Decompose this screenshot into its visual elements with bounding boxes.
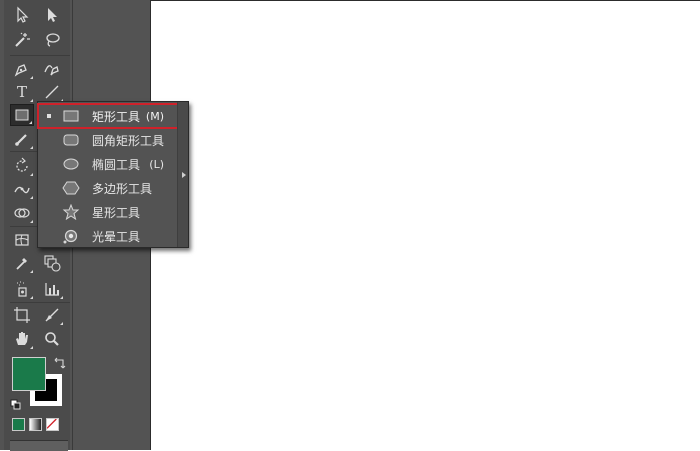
menu-item-shortcut: (L) [149,157,164,171]
bar-graph-icon [45,283,59,296]
more-tools-indicator [30,220,33,223]
hand-tool-button[interactable] [10,328,34,350]
rotate-icon [16,157,28,172]
magic-wand-icon [15,32,30,47]
menu-item-label: 多边形工具 [92,181,153,196]
more-tools-indicator [60,322,63,325]
polygon-icon [62,180,80,196]
menu-item-polygon[interactable]: 多边形工具 [38,176,178,200]
curvature-icon [44,65,59,76]
shape-builder-icon [14,208,30,218]
more-tools-indicator [30,196,33,199]
eyedropper-tool-button[interactable] [10,252,34,274]
menu-item-label: 光晕工具 [92,229,141,244]
lasso-icon [46,33,60,47]
sprayer-icon [17,281,27,297]
more-tools-indicator [60,296,63,299]
menu-item-flare[interactable]: 光晕工具 [38,224,178,248]
slice-tool-button[interactable] [40,304,64,326]
none-mode-button[interactable] [46,418,59,431]
tool-separator [10,302,70,303]
more-tools-indicator [30,346,33,349]
width-tool-button[interactable] [10,178,34,200]
more-tools-indicator [30,76,33,79]
artboard-canvas[interactable] [151,0,700,451]
more-tools-indicator [30,99,33,102]
graph-tool-button[interactable] [40,278,64,300]
flare-icon [62,228,80,244]
tool-separator [10,55,70,56]
type-icon: T [16,83,27,101]
menu-item-star[interactable]: 星形工具 [38,200,178,224]
star-icon [62,204,80,220]
draw-mode-bar[interactable] [10,440,68,451]
rounded-rectangle-icon [62,132,80,148]
width-icon [14,186,30,194]
pen-icon [14,64,27,77]
paintbrush-tool-button[interactable] [10,128,34,150]
rectangle-icon [62,108,80,124]
more-tools-indicator [30,173,33,176]
direct-selection-tool-button[interactable] [40,4,64,26]
symbol-sprayer-tool-button[interactable] [10,278,34,300]
hollow-arrow-icon [48,8,57,22]
menu-item-label: 圆角矩形工具 [92,133,165,148]
lasso-tool-button[interactable] [40,29,64,51]
swap-fill-stroke-icon[interactable] [54,354,66,369]
default-fill-stroke-icon[interactable] [10,396,22,410]
shape-builder-tool-button[interactable] [10,202,34,224]
zoom-tool-button[interactable] [40,328,64,350]
mesh-icon [15,234,29,246]
menu-item-ellipse[interactable]: 椭圆工具 (L) [38,152,178,176]
pen-tool-button[interactable] [10,58,34,80]
zoom-icon [45,332,59,346]
blend-tool-button[interactable] [40,252,64,274]
active-tool-indicator [44,114,54,118]
more-tools-indicator [30,296,33,299]
ellipse-icon [62,156,80,172]
artboard-tool-button[interactable] [10,304,34,326]
more-tools-indicator [29,121,32,124]
gradient-mode-button[interactable] [29,418,42,431]
tearoff-arrow-icon [182,172,186,178]
fill-swatch[interactable] [12,357,46,391]
color-mode-button[interactable] [12,418,25,431]
rectangle-tool-button[interactable] [10,104,34,126]
more-tools-indicator [30,146,33,149]
menu-item-rectangle[interactable]: 矩形工具 (M) [37,103,179,129]
type-tool-button[interactable]: T [10,81,34,103]
hand-icon [16,332,28,345]
menu-item-label: 矩形工具 [92,109,141,124]
menu-item-label: 星形工具 [92,205,141,220]
slice-icon [45,308,59,322]
mesh-tool-button[interactable] [10,229,34,251]
eyedropper-icon [16,258,27,270]
menu-item-label: 椭圆工具 [92,157,141,172]
brush-icon [15,134,27,146]
artboard-icon [14,307,30,323]
menu-item-shortcut: (M) [145,109,164,123]
menu-item-rounded-rectangle[interactable]: 圆角矩形工具 [38,128,178,152]
more-tools-indicator [30,270,33,273]
tearoff-strip[interactable] [177,102,188,247]
rotate-tool-button[interactable] [10,155,34,177]
magic-wand-tool-button[interactable] [10,29,34,51]
rectangle-tools-flyout: 矩形工具 (M) 圆角矩形工具 椭圆工具 (L) 多边形工具 星形工具 光晕工具 [37,101,189,248]
blend-icon [44,255,61,272]
line-tool-button[interactable] [40,81,64,103]
selection-tool-button[interactable] [10,4,34,26]
arrow-icon [17,6,29,23]
curvature-tool-button[interactable] [40,58,64,80]
line-icon [45,85,59,99]
